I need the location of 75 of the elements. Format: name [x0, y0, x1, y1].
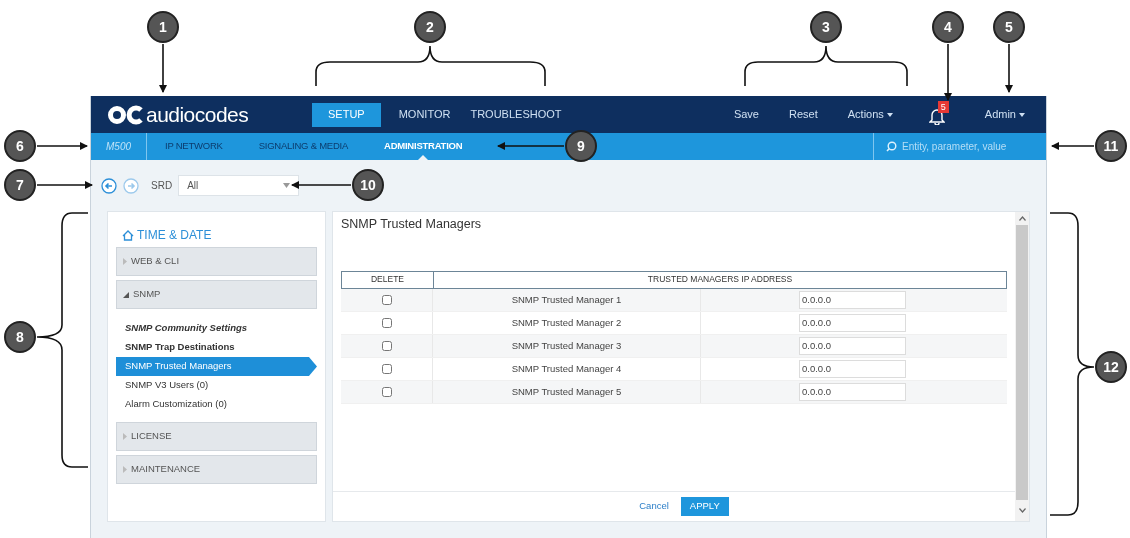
- column-header: DELETE: [342, 271, 434, 288]
- input-field[interactable]: 0.0.0.0: [799, 359, 906, 378]
- nav-tab[interactable]: IP NETWORK: [147, 133, 241, 160]
- scroll-thumb[interactable]: [1016, 225, 1028, 500]
- callout-number: 4: [932, 11, 964, 43]
- callout-number: 1: [147, 11, 179, 43]
- srd-select[interactable]: All: [178, 175, 300, 196]
- caret-icon: [886, 112, 893, 117]
- delete-checkbox[interactable]: [381, 317, 392, 328]
- home-icon: [122, 229, 134, 241]
- delete-checkbox[interactable]: [381, 386, 392, 397]
- accordion-header[interactable]: LICENSE: [116, 422, 317, 451]
- menu-button[interactable]: Admin: [984, 106, 1025, 123]
- delete-checkbox[interactable]: [381, 363, 392, 374]
- nav-tab[interactable]: MONITOR: [396, 102, 453, 127]
- callout-number: 11: [1095, 130, 1127, 162]
- callout-arrow: [1005, 43, 1013, 93]
- scroll-down-icon[interactable]: [1018, 508, 1026, 513]
- delete-checkbox[interactable]: [381, 294, 392, 305]
- callout-number: 12: [1095, 351, 1127, 383]
- search-field[interactable]: Entity, parameter, value: [902, 139, 1032, 154]
- cancel-link[interactable]: Cancel: [639, 499, 669, 514]
- collapsed-icon: [123, 466, 127, 473]
- table-cell: SNMP Trusted Manager 4: [511, 361, 622, 376]
- menu-item[interactable]: SNMP Community Settings: [116, 319, 317, 338]
- toolbar-link[interactable]: Reset: [789, 106, 818, 123]
- search-icon: [886, 141, 897, 152]
- caret-icon: [1019, 112, 1025, 117]
- callout-arrow: [291, 181, 352, 189]
- toolbar-link[interactable]: Save: [733, 106, 759, 123]
- scroll-up-icon[interactable]: [1018, 216, 1026, 221]
- accordion-header[interactable]: SNMP: [116, 280, 317, 309]
- accordion-header[interactable]: MAINTENANCE: [116, 455, 317, 484]
- table-cell: SNMP Trusted Manager 2: [511, 315, 622, 330]
- back-icon[interactable]: [101, 177, 117, 194]
- input-field[interactable]: 0.0.0.0: [799, 290, 906, 309]
- collapsed-icon: [123, 258, 127, 265]
- callout-number: 6: [4, 130, 36, 162]
- callout-arrow: [497, 142, 565, 150]
- menu-item[interactable]: Alarm Customization (0): [116, 395, 317, 414]
- callout-number: 8: [4, 321, 36, 353]
- callout-arrow: [944, 43, 952, 101]
- scrollbar[interactable]: [1015, 212, 1029, 521]
- input-field[interactable]: 0.0.0.0: [799, 313, 906, 332]
- nav-tab[interactable]: TROUBLESHOOT: [468, 102, 564, 127]
- callout-number: 7: [4, 169, 36, 201]
- table-cell: SNMP Trusted Manager 3: [511, 338, 622, 353]
- callout-number: 5: [993, 11, 1025, 43]
- collapsed-icon: [123, 433, 127, 440]
- column-header: TRUSTED MANAGERS IP ADDRESS: [646, 273, 794, 287]
- delete-checkbox[interactable]: [381, 340, 392, 351]
- logo-text: audiocodes: [146, 101, 249, 128]
- menu-item[interactable]: SNMP Trusted Managers: [116, 357, 317, 376]
- menu-item[interactable]: SNMP V3 Users (0): [116, 376, 317, 395]
- table-cell: SNMP Trusted Manager 5: [511, 384, 622, 399]
- callout-arrow: [159, 43, 167, 93]
- notification-badge: 5: [937, 100, 949, 113]
- nav-tab[interactable]: SIGNALING & MEDIA: [240, 133, 367, 160]
- expanded-icon: [123, 291, 129, 298]
- input-field[interactable]: 0.0.0.0: [799, 382, 906, 401]
- callout-arrow: [1051, 142, 1095, 150]
- srd-label: SRD: [151, 179, 173, 193]
- callout-arrow: [36, 142, 88, 150]
- logo-mark-icon: [108, 104, 144, 125]
- menu-item[interactable]: SNMP Trap Destinations: [116, 338, 317, 357]
- input-field[interactable]: 0.0.0.0: [799, 336, 906, 355]
- panel-title: SNMP Trusted Managers: [340, 216, 483, 233]
- table-cell: SNMP Trusted Manager 1: [511, 292, 622, 307]
- device-label: M500: [91, 133, 147, 160]
- caret-icon: [283, 183, 291, 188]
- accordion-header[interactable]: WEB & CLI: [116, 247, 317, 276]
- callout-arrow: [36, 181, 93, 189]
- callout-number: 3: [810, 11, 842, 43]
- menu-button[interactable]: Actions: [847, 106, 893, 123]
- callout-number: 2: [414, 11, 446, 43]
